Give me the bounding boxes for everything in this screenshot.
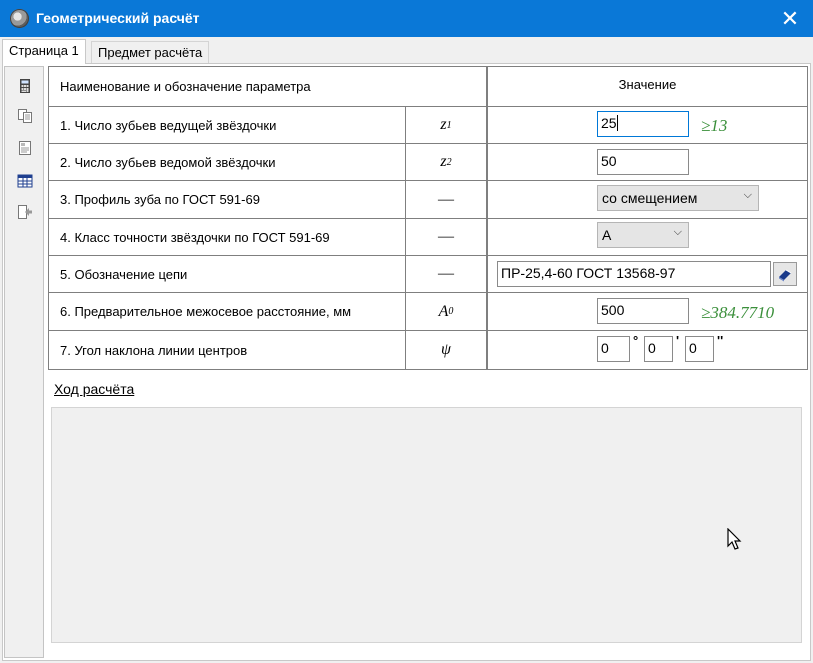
chevron-down-icon: ⌵ [743,189,752,201]
row-7-label: 7. Угол наклона линии центров [49,331,406,370]
row-5-label: 5. Обозначение цепи [49,256,406,293]
title-bar: Геометрический расчёт ✕ [0,0,813,37]
copy-icon[interactable] [17,108,33,124]
row-3-symbol: — [406,181,487,219]
calculator-icon[interactable] [17,78,33,94]
center-distance-hint: ≥384.7710 [701,303,775,322]
driven-teeth-input[interactable]: 50 [597,149,689,175]
row-6-symbol: A0 [406,293,487,331]
row-5-symbol: — [406,256,487,293]
angle-minutes-input[interactable]: 0 [644,336,673,362]
text-caret [616,115,618,131]
chain-designation-input[interactable]: ПР-25,4-60 ГОСТ 13568-97 [497,261,771,287]
window-title: Геометрический расчёт [36,10,200,26]
row-1-label: 1. Число зубьев ведущей звёздочки [49,107,406,144]
center-distance-input[interactable]: 500 [597,298,689,324]
app-gear-icon [10,9,29,28]
angle-seconds-input[interactable]: 0 [685,336,714,362]
book-icon [779,269,792,282]
drive-teeth-input[interactable]: 25 [597,111,689,137]
table-icon[interactable] [17,173,33,189]
angle-degrees-input[interactable]: 0 [597,336,630,362]
header-value: Значение [487,67,808,107]
chain-select-button[interactable] [773,262,797,286]
row-7-symbol: ψ [406,331,487,370]
header-param: Наименование и обозначение параметра [49,67,487,107]
row-6-label: 6. Предварительное межосевое расстояние,… [49,293,406,331]
second-mark: '' [717,333,724,348]
close-button[interactable]: ✕ [767,0,813,37]
row-4-label: 4. Класс точности звёздочки по ГОСТ 591-… [49,219,406,256]
calculation-log-area[interactable] [51,407,802,643]
row-1-symbol: z1 [406,107,487,144]
tab-calc-subject[interactable]: Предмет расчёта [91,41,210,64]
export-icon[interactable] [17,204,33,220]
calculation-progress-link[interactable]: Ход расчёта [54,381,134,397]
row-2-label: 2. Число зубьев ведомой звёздочки [49,144,406,181]
row-2-symbol: z2 [406,144,487,181]
drive-teeth-hint: ≥13 [701,116,728,135]
tab-page-1[interactable]: Страница 1 [2,39,86,64]
minute-mark: ' [676,333,680,348]
mouse-pointer-icon [727,528,742,550]
chevron-down-icon: ⌵ [673,226,682,238]
row-4-symbol: — [406,219,487,256]
tooth-profile-select[interactable]: со смещением ⌵ [597,185,759,211]
degree-mark: ° [633,333,639,348]
row-3-label: 3. Профиль зуба по ГОСТ 591-69 [49,181,406,219]
accuracy-class-select[interactable]: A ⌵ [597,222,689,248]
side-toolbar [4,66,44,658]
parameters-table: Наименование и обозначение параметра Зна… [48,66,808,370]
report-icon[interactable] [17,140,33,156]
